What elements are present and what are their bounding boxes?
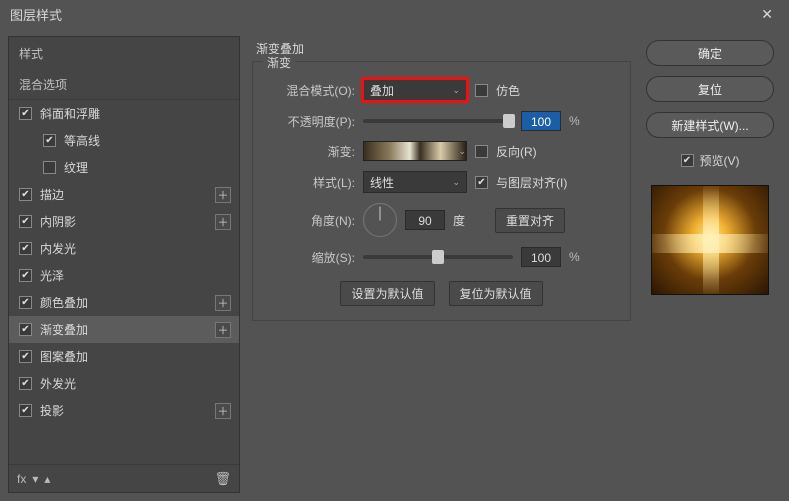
new-style-button[interactable]: 新建样式(W)...	[646, 112, 774, 138]
trash-icon[interactable]: 🗑	[214, 471, 231, 487]
effect-label: 等高线	[64, 132, 100, 149]
effect-satin[interactable]: 光泽	[9, 262, 239, 289]
checkbox-icon[interactable]	[19, 323, 32, 336]
right-column: 确定 复位 新建样式(W)... 预览(V)	[639, 28, 789, 501]
effect-pattern-overlay[interactable]: 图案叠加	[9, 343, 239, 370]
percent-label: %	[569, 250, 580, 264]
effect-gradient-overlay[interactable]: 渐变叠加 ＋	[9, 316, 239, 343]
reset-align-button[interactable]: 重置对齐	[495, 208, 565, 233]
effect-color-overlay[interactable]: 颜色叠加 ＋	[9, 289, 239, 316]
percent-label: %	[569, 114, 580, 128]
checkbox-icon[interactable]	[43, 134, 56, 147]
reverse-checkbox[interactable]	[475, 145, 488, 158]
effect-label: 渐变叠加	[40, 321, 88, 338]
blend-mode-label: 混合模式(O):	[267, 82, 355, 99]
sidebar-header: 样式	[9, 37, 239, 70]
effect-texture[interactable]: 纹理	[9, 154, 239, 181]
effect-label: 描边	[40, 186, 64, 203]
align-checkbox[interactable]	[475, 176, 488, 189]
effect-outer-glow[interactable]: 外发光	[9, 370, 239, 397]
checkbox-icon[interactable]	[19, 404, 32, 417]
gradient-label: 渐变:	[267, 143, 355, 160]
angle-value[interactable]: 90	[405, 210, 445, 230]
main-area: 样式 混合选项 斜面和浮雕 等高线 纹理 描边 ＋ 内阴影 ＋ 内发光 光泽 颜色叠…	[0, 28, 789, 501]
effect-label: 纹理	[64, 159, 88, 176]
checkbox-icon[interactable]	[43, 161, 56, 174]
effect-label: 内发光	[40, 240, 76, 257]
checkbox-icon[interactable]	[19, 215, 32, 228]
checkbox-icon[interactable]	[19, 107, 32, 120]
ok-button[interactable]: 确定	[646, 40, 774, 66]
preview-label: 预览(V)	[700, 152, 740, 169]
scale-slider[interactable]	[363, 255, 513, 259]
dither-label: 仿色	[496, 82, 520, 99]
effect-stroke[interactable]: 描边 ＋	[9, 181, 239, 208]
reset-button[interactable]: 复位	[646, 76, 774, 102]
add-icon[interactable]: ＋	[215, 214, 231, 230]
preview-toggle[interactable]: 预览(V)	[681, 152, 740, 169]
style-dropdown[interactable]: 线性 ⌄	[363, 171, 467, 193]
effect-inner-glow[interactable]: 内发光	[9, 235, 239, 262]
add-icon[interactable]: ＋	[215, 295, 231, 311]
chevron-up-icon[interactable]: ▴	[44, 472, 50, 486]
reverse-label: 反向(R)	[496, 143, 537, 160]
checkbox-icon[interactable]	[19, 350, 32, 363]
titlebar: 图层样式 ✕	[0, 0, 789, 28]
effect-label: 颜色叠加	[40, 294, 88, 311]
checkbox-icon[interactable]	[19, 377, 32, 390]
preview-box	[651, 185, 769, 295]
dither-checkbox[interactable]	[475, 84, 488, 97]
style-label: 样式(L):	[267, 174, 355, 191]
chevron-down-icon: ⌄	[452, 85, 460, 96]
panel-title: 渐变叠加	[252, 40, 631, 57]
blend-mode-dropdown[interactable]: 叠加 ⌄	[363, 79, 467, 101]
effect-label: 光泽	[40, 267, 64, 284]
checkbox-icon[interactable]	[681, 154, 694, 167]
styles-sidebar: 样式 混合选项 斜面和浮雕 等高线 纹理 描边 ＋ 内阴影 ＋ 内发光 光泽 颜色叠…	[8, 36, 240, 493]
scale-value[interactable]: 100	[521, 247, 561, 267]
gradient-swatch[interactable]: ⌄	[363, 141, 467, 161]
effect-contour[interactable]: 等高线	[9, 127, 239, 154]
close-icon[interactable]: ✕	[755, 4, 779, 25]
settings-panel: 渐变叠加 渐变 混合模式(O): 叠加 ⌄ 仿色 不透明度(P): 100 % …	[244, 28, 639, 501]
checkbox-icon[interactable]	[19, 242, 32, 255]
gradient-fieldset: 渐变 混合模式(O): 叠加 ⌄ 仿色 不透明度(P): 100 % 渐变: ⌄	[252, 61, 631, 321]
effect-bevel[interactable]: 斜面和浮雕	[9, 100, 239, 127]
fx-icon[interactable]: fx	[17, 472, 26, 486]
checkbox-icon[interactable]	[19, 296, 32, 309]
add-icon[interactable]: ＋	[215, 187, 231, 203]
add-icon[interactable]: ＋	[215, 322, 231, 338]
degree-label: 度	[453, 212, 465, 229]
chevron-down-icon: ⌄	[452, 177, 460, 188]
reset-default-button[interactable]: 复位为默认值	[449, 281, 543, 306]
angle-dial[interactable]	[363, 203, 397, 237]
sidebar-footer: fx ▾ ▴ 🗑	[9, 464, 239, 492]
blend-mode-value: 叠加	[370, 82, 394, 99]
scale-label: 缩放(S):	[267, 249, 355, 266]
effect-label: 外发光	[40, 375, 76, 392]
blending-options[interactable]: 混合选项	[9, 70, 239, 100]
fieldset-legend: 渐变	[263, 54, 295, 71]
opacity-value[interactable]: 100	[521, 111, 561, 131]
style-value: 线性	[370, 174, 394, 191]
checkbox-icon[interactable]	[19, 188, 32, 201]
effect-drop-shadow[interactable]: 投影 ＋	[9, 397, 239, 424]
effect-label: 图案叠加	[40, 348, 88, 365]
opacity-slider[interactable]	[363, 119, 513, 123]
effect-label: 投影	[40, 402, 64, 419]
preview-image	[652, 186, 768, 294]
chevron-down-icon[interactable]: ▾	[32, 472, 38, 486]
effect-inner-shadow[interactable]: 内阴影 ＋	[9, 208, 239, 235]
effects-list: 斜面和浮雕 等高线 纹理 描边 ＋ 内阴影 ＋ 内发光 光泽 颜色叠加 ＋ 渐变叠加 ＋…	[9, 100, 239, 464]
effect-label: 斜面和浮雕	[40, 105, 100, 122]
align-label: 与图层对齐(I)	[496, 174, 567, 191]
angle-label: 角度(N):	[267, 212, 355, 229]
window-title: 图层样式	[10, 5, 62, 24]
set-default-button[interactable]: 设置为默认值	[340, 281, 434, 306]
checkbox-icon[interactable]	[19, 269, 32, 282]
chevron-down-icon: ⌄	[458, 146, 466, 157]
opacity-label: 不透明度(P):	[267, 113, 355, 130]
add-icon[interactable]: ＋	[215, 403, 231, 419]
effect-label: 内阴影	[40, 213, 76, 230]
